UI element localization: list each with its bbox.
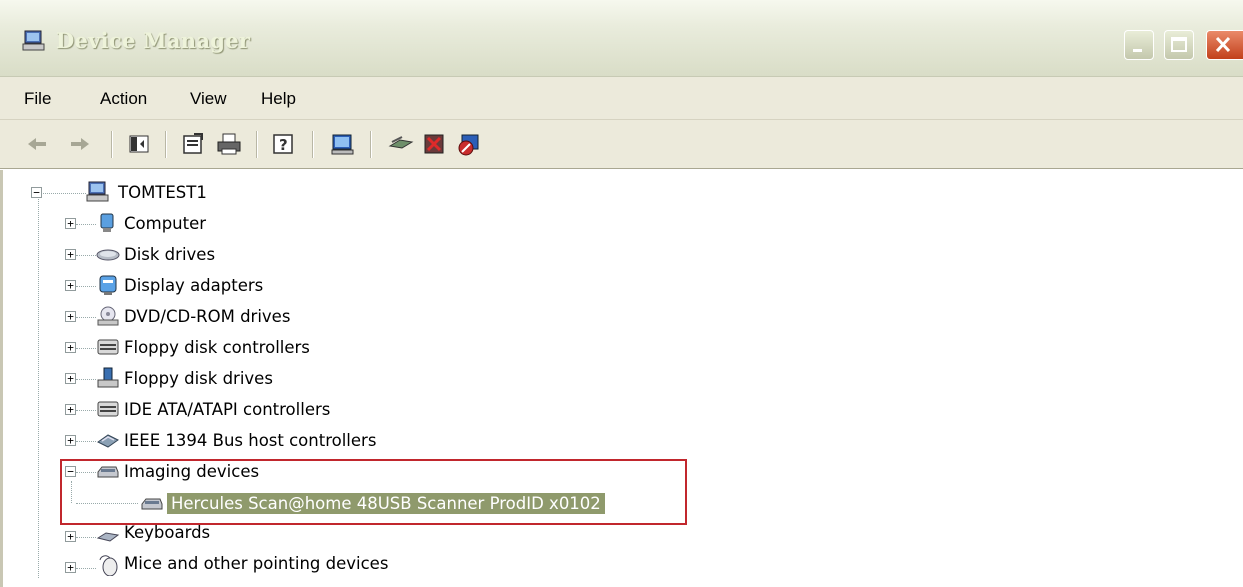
show-hide-console-tree-icon — [129, 135, 149, 153]
minimize-icon — [1133, 49, 1142, 52]
expand-display-adapters-toggle[interactable]: + — [65, 280, 76, 291]
forward-button[interactable] — [65, 130, 95, 158]
disable-button[interactable] — [455, 130, 485, 158]
title-bar[interactable]: Device Manager — [0, 0, 1243, 77]
show-hide-console-tree-button[interactable] — [124, 130, 154, 158]
expand-ide-controllers-toggle[interactable]: + — [65, 404, 76, 415]
expand-keyboards-toggle[interactable]: + — [65, 531, 76, 542]
minimize-button[interactable] — [1124, 30, 1154, 60]
expand-floppy-drives-toggle[interactable]: + — [65, 373, 76, 384]
floppy-controller-icon — [97, 339, 119, 355]
back-button[interactable] — [22, 130, 52, 158]
print-button[interactable] — [214, 130, 244, 158]
tree-item-ide-ata-atapi-controllers[interactable]: IDE ATA/ATAPI controllers — [124, 400, 330, 419]
scan-hardware-icon — [331, 134, 354, 155]
ieee1394-icon — [97, 434, 119, 448]
mouse-icon — [99, 555, 118, 576]
tree-item-dvd-cd-rom-drives[interactable]: DVD/CD-ROM drives — [124, 307, 290, 326]
menu-file[interactable]: File — [20, 87, 55, 111]
toolbar: ? — [0, 120, 1243, 169]
expand-disk-drives-toggle[interactable]: + — [65, 249, 76, 260]
floppy-drive-icon — [97, 367, 119, 388]
disable-icon — [458, 134, 479, 156]
highlight-annotation-box — [60, 459, 687, 525]
scan-hardware-button[interactable] — [328, 130, 358, 158]
ide-controller-icon — [97, 401, 119, 417]
display-adapter-icon — [99, 275, 117, 295]
expand-ieee1394-toggle[interactable]: + — [65, 435, 76, 446]
svg-text:?: ? — [279, 136, 288, 154]
tree-item-display-adapters[interactable]: Display adapters — [124, 276, 263, 295]
forward-icon — [71, 138, 89, 150]
menu-help[interactable]: Help — [257, 87, 300, 111]
expand-computer-toggle[interactable]: + — [65, 218, 76, 229]
expand-floppy-controllers-toggle[interactable]: + — [65, 342, 76, 353]
maximize-button[interactable] — [1164, 30, 1194, 60]
tree-item-ieee-1394-bus-host-controllers[interactable]: IEEE 1394 Bus host controllers — [124, 431, 376, 450]
tree-item-floppy-disk-controllers[interactable]: Floppy disk controllers — [124, 338, 310, 357]
uninstall-icon — [424, 134, 444, 154]
tree-item-computer[interactable]: Computer — [124, 214, 206, 233]
menu-action[interactable]: Action — [96, 87, 151, 111]
expand-dvd-drives-toggle[interactable]: + — [65, 311, 76, 322]
help-icon: ? — [273, 134, 293, 154]
tree-item-disk-drives[interactable]: Disk drives — [124, 245, 215, 264]
properties-icon — [183, 133, 203, 154]
back-icon — [28, 138, 46, 150]
uninstall-button[interactable] — [420, 130, 450, 158]
update-driver-icon — [388, 136, 414, 149]
device-manager-icon — [22, 30, 45, 51]
update-driver-button[interactable] — [386, 130, 416, 158]
properties-button[interactable] — [178, 130, 208, 158]
tree-item-keyboards[interactable]: Keyboards — [124, 523, 210, 542]
close-button[interactable] — [1206, 30, 1243, 60]
help-button[interactable]: ? — [269, 130, 299, 158]
tree-item-floppy-disk-drives[interactable]: Floppy disk drives — [124, 369, 273, 388]
window-title: Device Manager — [56, 28, 251, 53]
computer-root-icon — [86, 181, 109, 202]
menu-bar: File Action View Help — [0, 77, 1243, 120]
menu-view[interactable]: View — [186, 87, 231, 111]
close-icon — [1215, 36, 1231, 53]
tree-item-mice[interactable]: Mice and other pointing devices — [124, 554, 388, 573]
print-icon — [217, 133, 241, 155]
tree-root-label[interactable]: TOMTEST1 — [118, 183, 207, 202]
root-collapse-toggle[interactable]: − — [31, 187, 42, 198]
maximize-icon — [1171, 37, 1187, 52]
dvd-drive-icon — [97, 306, 119, 326]
keyboard-icon — [96, 532, 120, 542]
disk-drive-icon — [96, 249, 120, 261]
computer-icon — [100, 213, 114, 232]
expand-mice-toggle[interactable]: + — [65, 562, 76, 573]
